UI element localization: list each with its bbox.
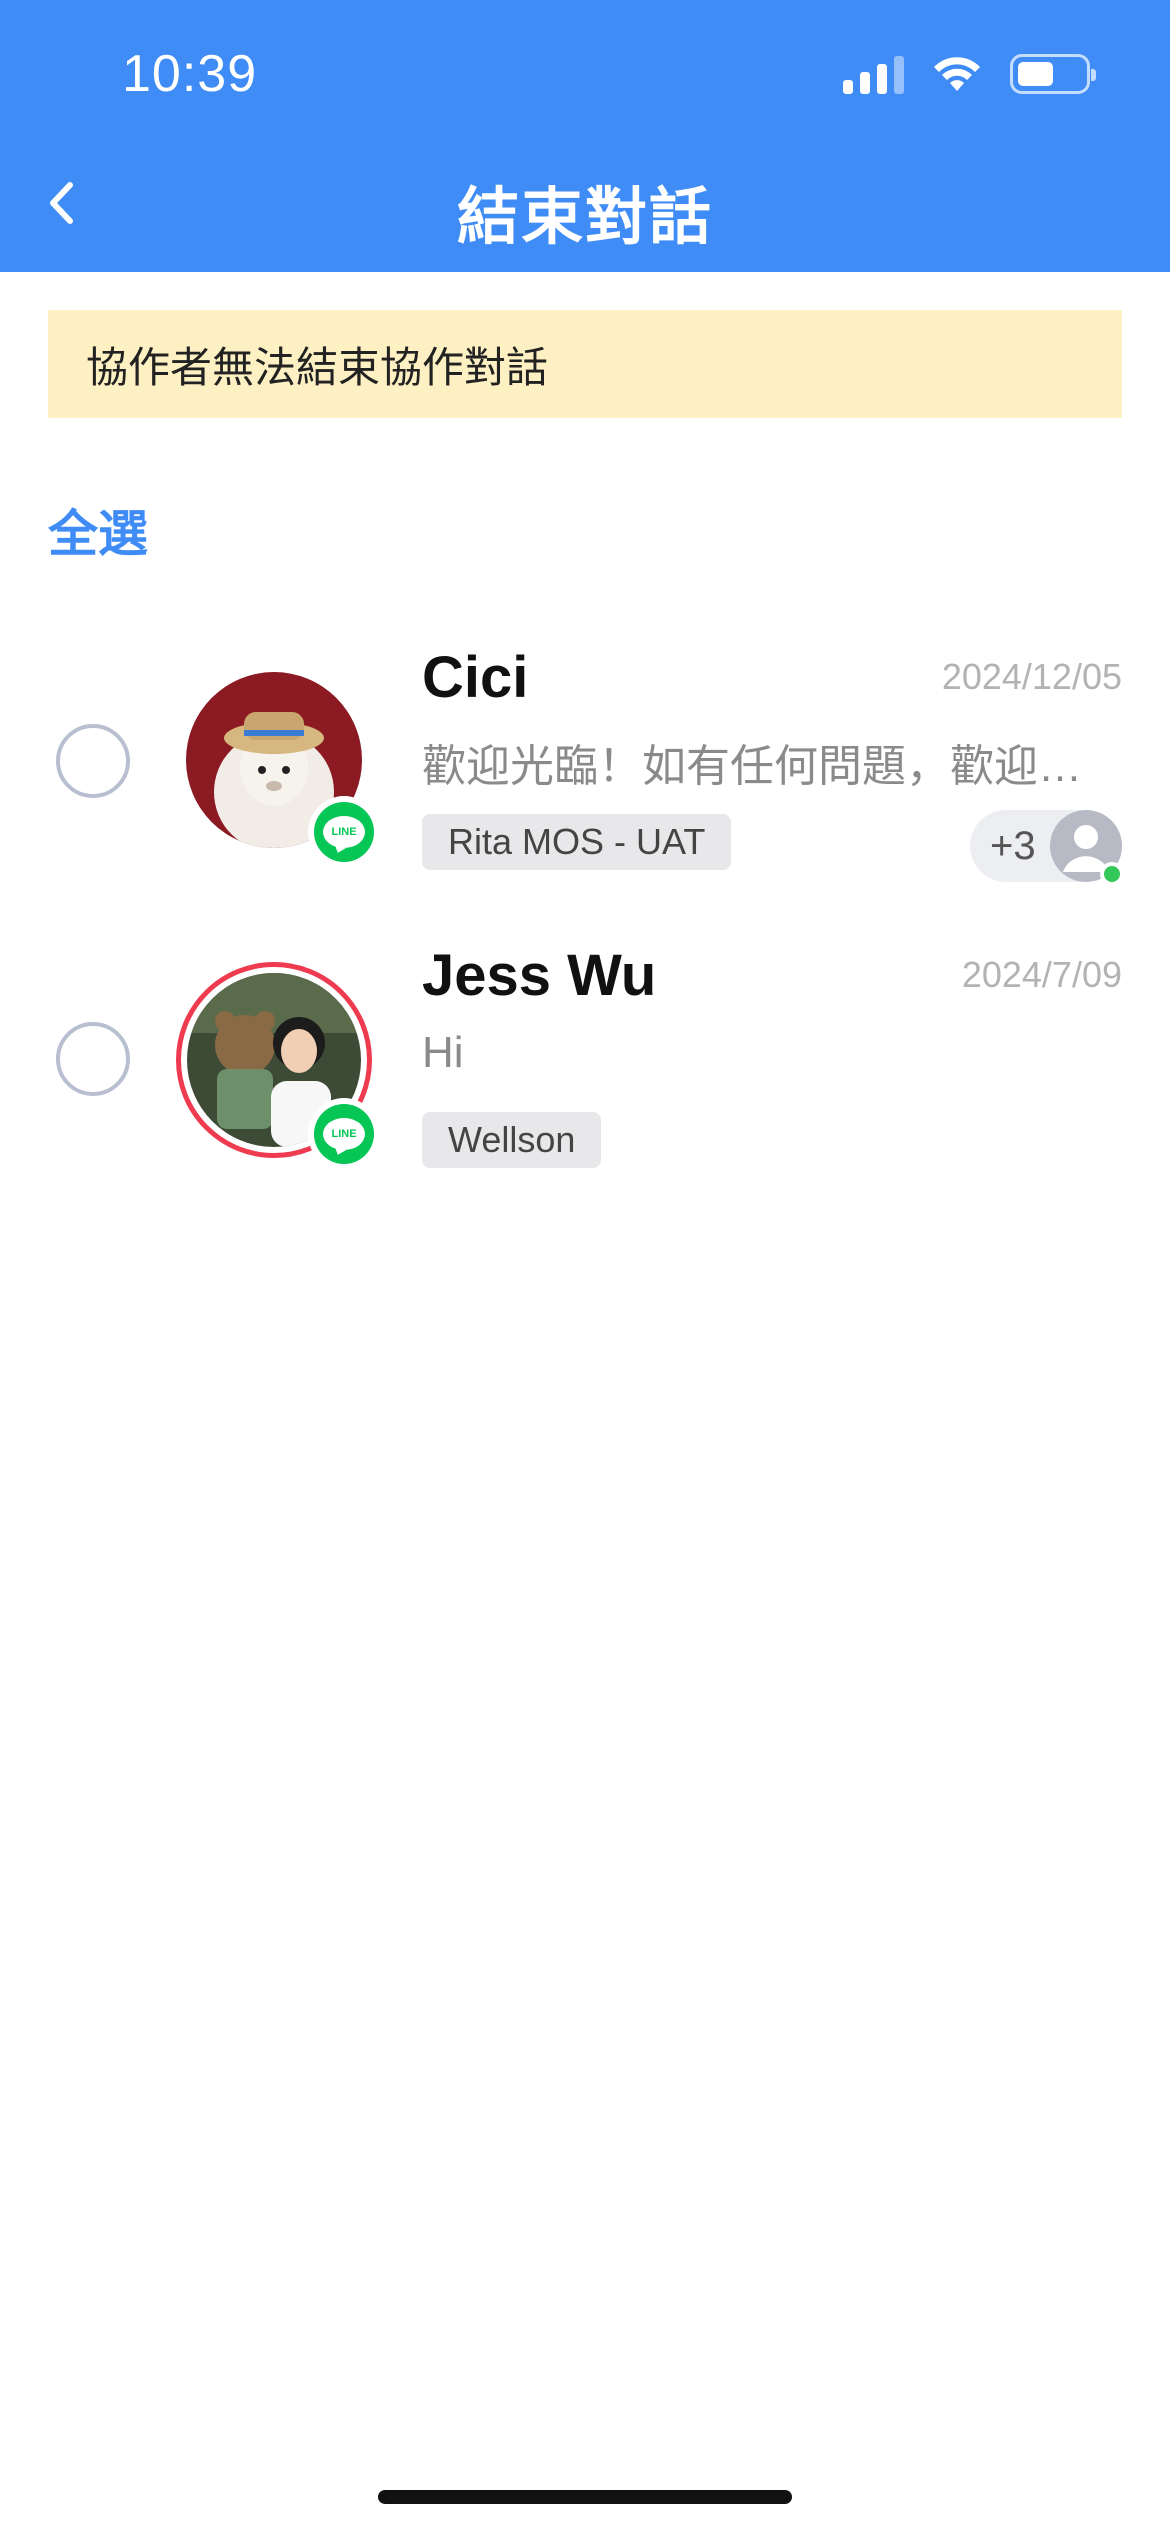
message-preview: 歡迎光臨！如有任何問題，歡迎與我們聯繫 xyxy=(422,742,1112,791)
conversation-date: 2024/12/05 xyxy=(941,656,1122,697)
battery-icon xyxy=(1010,54,1096,94)
notice-banner: 協作者無法結束協作對話 xyxy=(48,310,1122,418)
conversation-row[interactable]: LINE Cici 2024/12/05 歡迎光臨！如有任何問題，歡迎與我們聯繫… xyxy=(0,620,1170,890)
select-radio[interactable] xyxy=(56,1022,130,1096)
conversation-date: 2024/7/09 xyxy=(961,954,1122,995)
avatar: LINE xyxy=(186,672,380,868)
select-all-button[interactable]: 全選 xyxy=(48,494,148,566)
select-radio[interactable] xyxy=(56,724,130,798)
assignee-tag: Wellson xyxy=(422,1112,602,1168)
contact-name: Jess Wu xyxy=(422,943,657,1008)
status-icons xyxy=(843,54,1096,94)
collaborator-count: +3 xyxy=(990,823,1036,868)
notice-text: 協作者無法結束協作對話 xyxy=(86,343,549,391)
assignee-tag: Rita MOS - UAT xyxy=(422,814,732,870)
status-time: 10:39 xyxy=(122,45,258,103)
home-indicator[interactable] xyxy=(378,2490,792,2504)
line-channel-icon: LINE xyxy=(308,1098,380,1170)
wifi-icon xyxy=(934,57,980,91)
cellular-signal-icon xyxy=(843,54,904,94)
page-title: 結束對話 xyxy=(456,183,713,252)
contact-name: Cici xyxy=(422,645,529,710)
app-header: 10:39 結束對話 xyxy=(0,0,1170,272)
conversation-row[interactable]: LINE Jess Wu 2024/7/09 Hi Wellson xyxy=(0,918,1170,1188)
avatar: LINE xyxy=(176,962,380,1170)
online-status-dot xyxy=(1100,862,1124,886)
line-channel-icon: LINE xyxy=(308,796,380,868)
collaborators-badge: +3 xyxy=(970,810,1124,886)
message-preview: Hi xyxy=(422,1028,464,1077)
